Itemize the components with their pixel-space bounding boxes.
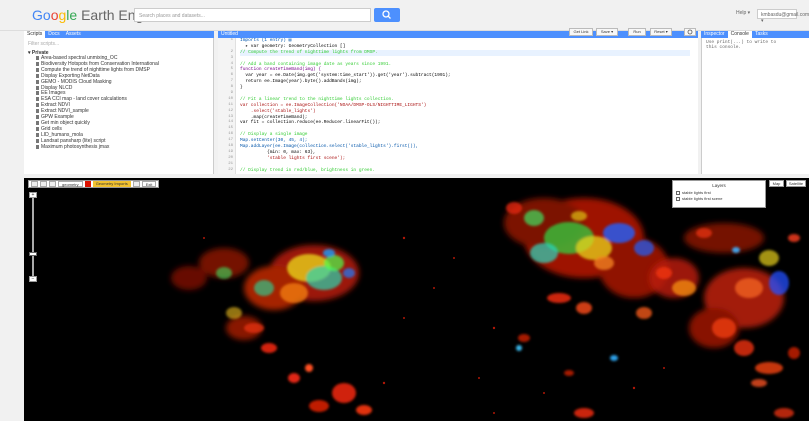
map-type-map-button[interactable]: Map xyxy=(769,180,784,187)
point-tool-button[interactable] xyxy=(40,181,47,187)
gear-icon xyxy=(687,29,693,35)
script-item[interactable]: Maximum photosynthesis jmax xyxy=(28,144,209,151)
run-button[interactable]: Run xyxy=(628,28,646,36)
nighttime-lights-layer xyxy=(171,198,800,418)
map-view[interactable]: geometry Geometry Imports Exit + − Layer… xyxy=(24,178,809,421)
pan-tool-button[interactable] xyxy=(31,181,38,187)
file-icon xyxy=(36,138,39,143)
code-editor[interactable]: 1 2 3 4 5 6 7 8 9 10 11 12 13 14 15 16 17 18 19 20 21 22 Impo… xyxy=(218,38,698,174)
editor-title: Untitled xyxy=(221,31,238,37)
reset-button[interactable]: Reset ▾ xyxy=(650,28,672,36)
zoom-in-button[interactable]: + xyxy=(29,192,37,198)
drawing-toolbar: geometry Geometry Imports Exit xyxy=(28,180,160,188)
file-icon xyxy=(36,115,39,120)
search-button[interactable] xyxy=(374,8,400,22)
file-icon xyxy=(36,144,39,149)
layers-title: Layers xyxy=(712,183,726,188)
tab-console[interactable]: Console xyxy=(727,31,752,38)
zoom-track[interactable] xyxy=(32,198,34,278)
help-menu[interactable]: Help ▾ xyxy=(736,10,750,16)
geometry-import-chip[interactable]: geometry xyxy=(58,181,83,187)
line-number: 22 xyxy=(228,167,233,172)
layer-checkbox[interactable] xyxy=(676,197,680,201)
file-icon xyxy=(36,67,39,72)
map-type-satellite-button[interactable]: Satellite xyxy=(786,180,806,187)
settings-button[interactable] xyxy=(684,28,696,36)
line-number-gutter: 1 2 3 4 5 6 7 8 9 10 11 12 13 14 15 16 17 18 19 20 21 22 xyxy=(218,38,236,174)
zoom-slider-thumb[interactable] xyxy=(29,252,37,256)
file-icon xyxy=(36,126,39,131)
file-icon xyxy=(36,56,39,60)
file-icon xyxy=(36,109,39,114)
code-lines[interactable]: Imports (1 entry) ▤ ▸ var geometry: Geom… xyxy=(240,38,690,173)
right-panel-tabs: Inspector Console Tasks xyxy=(701,31,809,38)
file-icon xyxy=(36,79,39,84)
polygon-tool-button[interactable] xyxy=(49,181,56,187)
zoom-out-button[interactable]: − xyxy=(29,276,37,282)
tab-scripts[interactable]: Scripts xyxy=(24,31,46,38)
save-button[interactable]: Save ▾ xyxy=(596,28,618,36)
layers-panel: Layers stable lights first stable lights… xyxy=(672,180,766,208)
filter-scripts-input[interactable]: Filter scripts... xyxy=(28,41,209,48)
scripts-panel: Filter scripts... ▾ Private Area-based s… xyxy=(24,38,214,174)
file-icon xyxy=(36,132,39,137)
file-icon xyxy=(36,73,39,78)
exit-drawing-button[interactable]: Exit xyxy=(141,181,157,187)
search-icon xyxy=(382,10,391,19)
editor-title-bar: Untitled xyxy=(218,31,698,38)
console-panel: Use print(...) to write to this console. xyxy=(701,38,809,174)
left-panel-tabs: Scripts Docs Assets xyxy=(24,31,214,38)
console-hint-line-2: this console. xyxy=(706,45,742,50)
file-icon xyxy=(36,91,39,96)
code-line[interactable]: // Display trend in red/blue, brightness… xyxy=(240,168,690,174)
tab-assets[interactable]: Assets xyxy=(63,31,84,38)
script-list: Area-based spectral unmixing_OC Biodivers… xyxy=(28,55,209,151)
search-input[interactable]: Search places and datasets... xyxy=(134,8,371,22)
tab-inspector[interactable]: Inspector xyxy=(701,31,728,38)
get-link-button[interactable]: Get Link xyxy=(569,28,593,36)
file-icon xyxy=(36,61,39,66)
file-icon xyxy=(36,85,39,90)
layer-settings-button[interactable] xyxy=(132,181,140,187)
layer-checkbox[interactable] xyxy=(676,191,680,195)
layer-row[interactable]: stable lights first scene xyxy=(676,196,762,202)
geometry-imports-button[interactable]: Geometry Imports xyxy=(92,181,131,187)
account-menu[interactable]: kmbasdu@gmail.com ▾ xyxy=(757,9,809,24)
file-icon xyxy=(36,103,39,108)
tab-tasks[interactable]: Tasks xyxy=(752,31,771,38)
geometry-color-swatch[interactable] xyxy=(84,181,91,187)
earth-engine-app: Google Earth Engine Search places and da… xyxy=(0,0,809,421)
file-icon xyxy=(36,120,39,125)
top-header: Google Earth Engine Search places and da… xyxy=(0,0,809,31)
tab-docs[interactable]: Docs xyxy=(45,31,62,38)
file-icon xyxy=(36,97,39,102)
zoom-control: + − xyxy=(29,192,37,282)
